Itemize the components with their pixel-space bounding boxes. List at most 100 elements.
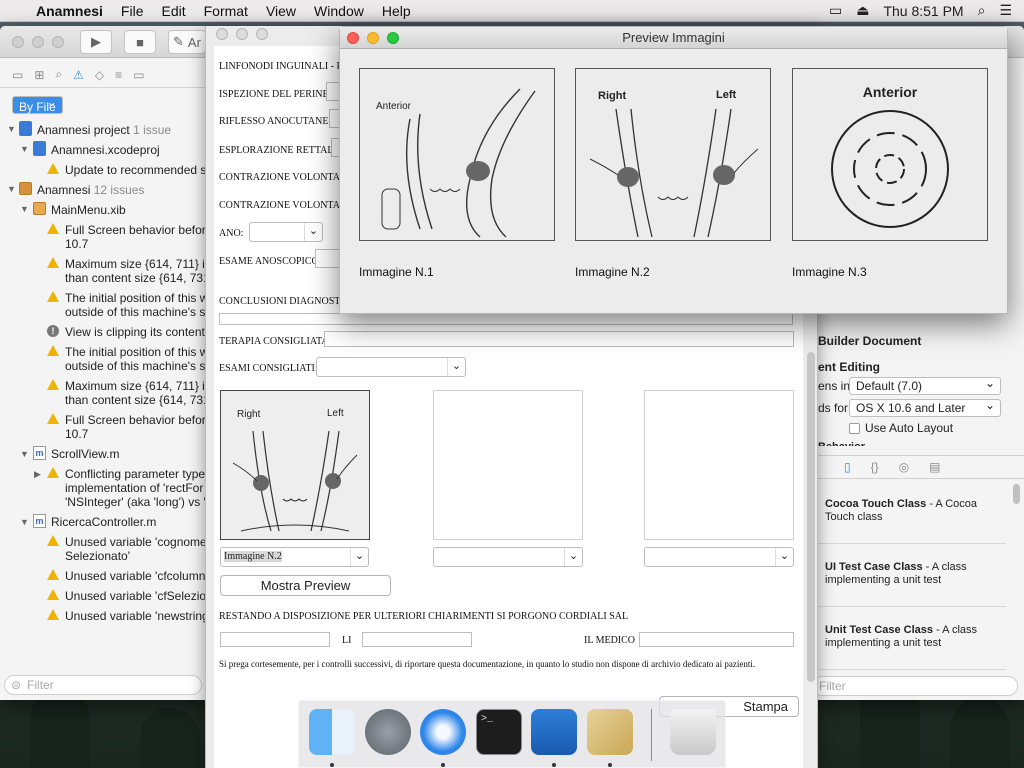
preview-image-3[interactable]: Anterior: [792, 68, 988, 241]
list-item[interactable]: Full Screen behavior before 10.7: [65, 413, 205, 441]
disclosure-triangle-icon[interactable]: ▶: [34, 469, 41, 480]
minimize-button[interactable]: [367, 32, 379, 44]
by-file-button[interactable]: By File: [12, 94, 63, 114]
minimize-button[interactable]: [32, 36, 44, 48]
menu-format[interactable]: Format: [195, 3, 257, 19]
notification-center-icon[interactable]: ☰: [999, 2, 1012, 19]
separator: [818, 669, 1006, 670]
list-item[interactable]: Unused variable 'cfSelezio: [65, 589, 205, 603]
image-select-3[interactable]: ⌄: [644, 547, 794, 567]
disclosure-triangle-icon[interactable]: ▼: [20, 204, 29, 214]
disclosure-triangle-icon[interactable]: ▼: [7, 124, 16, 134]
xcode-icon[interactable]: [531, 709, 577, 755]
list-item[interactable]: Maximum size {614, 711} is than content s…: [65, 257, 205, 285]
disclosure-triangle-icon[interactable]: ▼: [7, 184, 16, 194]
minimize-button[interactable]: [236, 28, 248, 40]
stop-button[interactable]: ■: [124, 30, 156, 54]
issue-count: 12 issues: [93, 183, 145, 197]
warning-icon: [47, 379, 59, 390]
list-item[interactable]: Maximum size {614, 711} is than content s…: [65, 379, 205, 407]
display-icon[interactable]: ▭: [829, 2, 842, 19]
warning-icon: [47, 569, 59, 580]
finder-icon[interactable]: [309, 709, 355, 755]
mostra-preview-button[interactable]: Mostra Preview: [220, 575, 391, 596]
ano-select[interactable]: ⌄: [249, 222, 323, 242]
library-filter-field[interactable]: Filter: [812, 676, 1018, 696]
folder-icon[interactable]: ▭: [12, 68, 23, 82]
citta-field[interactable]: [220, 632, 330, 647]
terapia-label: TERAPIA CONSIGLIATA: [219, 336, 329, 347]
library-scrollbar[interactable]: [1013, 484, 1020, 504]
zoom-button[interactable]: [387, 32, 399, 44]
spotlight-search-icon[interactable]: ⌕: [978, 2, 986, 19]
list-item[interactable]: The initial position of this w outside of…: [65, 345, 205, 373]
debug-icon[interactable]: ≡: [115, 68, 122, 82]
auto-layout-toggle[interactable]: Use Auto Layout: [849, 421, 953, 435]
close-button[interactable]: [12, 36, 24, 48]
library-item[interactable]: Unit Test Case Class - A class implement…: [825, 624, 1005, 650]
riflesso-label: RIFLESSO ANOCUTANEO: [219, 116, 336, 127]
eject-icon[interactable]: ⏏: [856, 2, 869, 19]
stop-icon: ■: [136, 34, 144, 50]
symbol-icon[interactable]: ⊞: [34, 68, 44, 82]
image-select-2[interactable]: ⌄: [433, 547, 583, 567]
terapia-field[interactable]: [324, 331, 794, 347]
media-library-icon[interactable]: ▤: [929, 460, 940, 474]
list-item[interactable]: The initial position of this w outside of…: [65, 291, 205, 319]
library-item[interactable]: Cocoa Touch Class - A Cocoa Touch class: [825, 498, 1005, 524]
esami-select[interactable]: ⌄: [316, 357, 466, 377]
close-button[interactable]: [347, 32, 359, 44]
preview-image-1[interactable]: Anterior: [359, 68, 555, 241]
chevron-down-icon: ⌄: [775, 548, 793, 566]
image-left-label: Left: [327, 408, 344, 419]
builds-for-select[interactable]: OS X 10.6 and Later: [849, 397, 1001, 417]
disclosure-triangle-icon[interactable]: ▼: [20, 144, 29, 154]
library-item[interactable]: UI Test Case Class - A class implementin…: [825, 561, 1005, 587]
scheme-selector[interactable]: ✎ Ar: [168, 30, 206, 54]
image-select-1[interactable]: Immagine N.2 ⌄: [220, 547, 369, 567]
script-editor-icon[interactable]: [587, 709, 633, 755]
form-scrollbar[interactable]: [807, 352, 815, 682]
list-item[interactable]: Unused variable 'newstring: [65, 609, 205, 623]
preview-image-2[interactable]: Right Left: [575, 68, 771, 241]
menu-edit[interactable]: Edit: [152, 3, 194, 19]
safari-icon[interactable]: [420, 709, 466, 755]
list-item[interactable]: Unused variable 'cognome Selezionato': [65, 535, 205, 563]
menu-app-name[interactable]: Anamnesi: [27, 3, 112, 19]
close-button[interactable]: [216, 28, 228, 40]
run-button[interactable]: ▶: [80, 30, 112, 54]
zoom-button[interactable]: [52, 36, 64, 48]
data-field[interactable]: [362, 632, 472, 647]
list-item[interactable]: Conflicting parameter type implementation…: [65, 467, 205, 509]
file-template-icon[interactable]: ▯: [844, 460, 851, 474]
find-icon[interactable]: ⌕: [55, 67, 62, 82]
menu-view[interactable]: View: [257, 3, 305, 19]
object-library-icon[interactable]: ◎: [899, 460, 909, 474]
preview-window: Preview Immagini Anterior Right Left Ant…: [339, 26, 1008, 314]
conclusioni-field[interactable]: [219, 313, 793, 325]
issue-navigator-icon[interactable]: ⚠: [73, 68, 84, 82]
list-item[interactable]: Full Screen behavior before 10.7: [65, 223, 205, 251]
menu-window[interactable]: Window: [305, 3, 373, 19]
launchpad-icon[interactable]: [365, 709, 411, 755]
opens-in-select[interactable]: Default (7.0): [849, 375, 1001, 395]
dock: >_: [298, 700, 726, 768]
list-item[interactable]: Unused variable 'cfcolumn: [65, 569, 205, 583]
clock[interactable]: Thu 8:51 PM: [883, 3, 963, 19]
terminal-icon[interactable]: >_: [476, 709, 522, 755]
medico-field[interactable]: [639, 632, 794, 647]
issue-filter-field[interactable]: ⊜ Filter: [4, 675, 202, 695]
warning-icon: [47, 163, 59, 174]
trash-icon[interactable]: [670, 709, 716, 755]
checkbox[interactable]: [849, 422, 860, 434]
list-item[interactable]: Update to recommended s: [65, 163, 205, 177]
disclosure-triangle-icon[interactable]: ▼: [20, 449, 29, 459]
code-snippet-icon[interactable]: {}: [871, 460, 879, 474]
list-item[interactable]: View is clipping its content: [65, 325, 205, 339]
zoom-button[interactable]: [256, 28, 268, 40]
menu-help[interactable]: Help: [373, 3, 420, 19]
menu-file[interactable]: File: [112, 3, 153, 19]
breakpoint-icon[interactable]: ▭: [133, 68, 144, 82]
disclosure-triangle-icon[interactable]: ▼: [20, 517, 29, 527]
test-icon[interactable]: ◇: [95, 68, 104, 82]
